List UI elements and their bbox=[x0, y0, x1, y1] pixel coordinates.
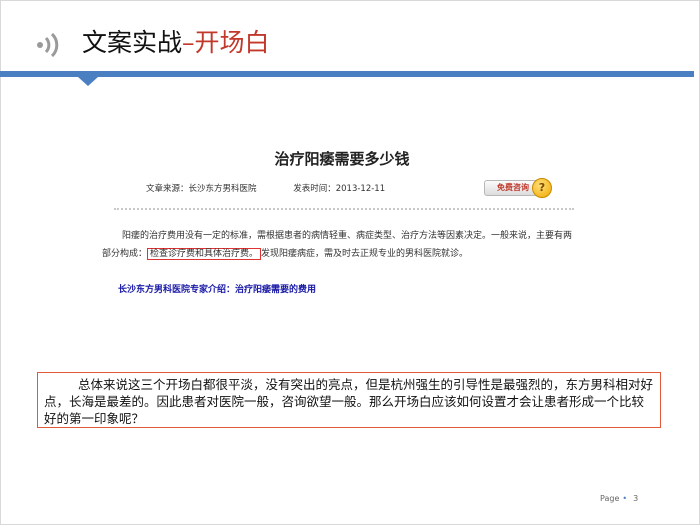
summary-text: 总体来说这三个开场白都很平淡，没有突出的亮点，但是杭州强生的引导性是最强烈的，东… bbox=[44, 377, 654, 426]
slide-title: 文案实战–开场白 bbox=[82, 26, 270, 60]
page-label: Page bbox=[600, 494, 620, 503]
article-publish-time: 发表时间：2013-12-11 bbox=[293, 184, 386, 194]
header-rule bbox=[0, 71, 694, 77]
article-body-highlight: 检查诊疗费和具体治疗费。 bbox=[147, 248, 262, 260]
article-body-outro: 发现阳痿病症，需及时去正规专业的男科医院就诊。 bbox=[261, 249, 469, 259]
article-source: 文章来源：长沙东方男科医院 bbox=[146, 184, 257, 194]
signal-icon bbox=[37, 33, 59, 57]
page-footer: Page • 3 bbox=[600, 494, 638, 503]
question-icon: ? bbox=[532, 178, 552, 198]
summary-box: 总体来说这三个开场白都很平淡，没有突出的亮点，但是杭州强生的引导性是最强烈的，东… bbox=[37, 372, 661, 428]
article-body: 阳痿的治疗费用没有一定的标准，需根据患者的病情轻重、病症类型、治疗方法等因素决定… bbox=[102, 227, 572, 263]
title-main: 文案实战 bbox=[82, 28, 183, 57]
article-meta: 文章来源：长沙东方男科医院 发表时间：2013-12-11 bbox=[146, 182, 419, 194]
header-rule-notch bbox=[78, 77, 98, 86]
title-separator: – bbox=[182, 28, 195, 57]
title-subtitle: 开场白 bbox=[194, 28, 270, 57]
free-consult-button[interactable]: 免费咨询 ? bbox=[484, 178, 552, 198]
page-bullet: • bbox=[622, 494, 628, 503]
page-number: 3 bbox=[633, 494, 639, 503]
article-expert-link[interactable]: 长沙东方男科医院专家介绍：治疗阳痿需要的费用 bbox=[118, 282, 316, 295]
slide: 文案实战–开场白 治疗阳痿需要多少钱 文章来源：长沙东方男科医院 发表时间：20… bbox=[0, 0, 700, 525]
article-title: 治疗阳痿需要多少钱 bbox=[274, 150, 410, 168]
article-screenshot: 治疗阳痿需要多少钱 文章来源：长沙东方男科医院 发表时间：2013-12-11 … bbox=[82, 130, 602, 310]
dotted-divider bbox=[114, 208, 574, 210]
